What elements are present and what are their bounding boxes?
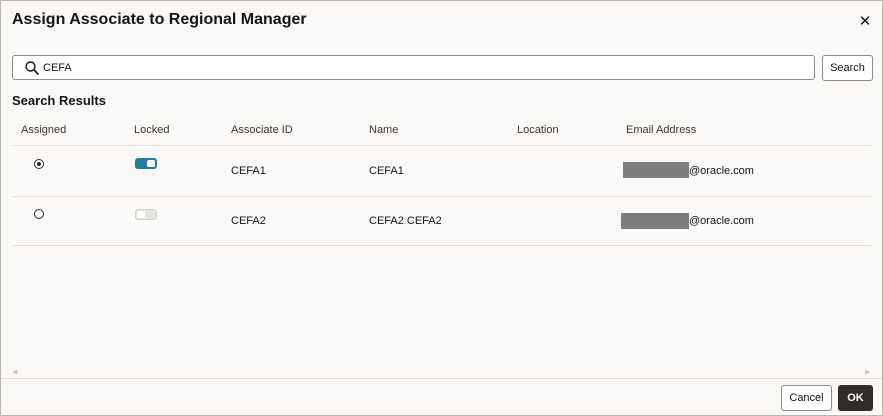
header-divider xyxy=(12,145,872,146)
scroll-left-icon[interactable]: ◀ xyxy=(12,368,17,376)
column-header-assigned[interactable]: Assigned xyxy=(21,124,66,136)
locked-toggle-row-2[interactable] xyxy=(135,209,157,220)
toggle-knob xyxy=(137,211,145,218)
cancel-button[interactable]: Cancel xyxy=(781,385,832,411)
locked-toggle-row-1[interactable] xyxy=(135,158,157,169)
redacted-email-user xyxy=(623,162,689,178)
associate-id-cell: CEFA2 xyxy=(231,215,266,227)
search-button[interactable]: Search xyxy=(822,55,873,81)
row-divider xyxy=(12,196,872,197)
associate-id-cell: CEFA1 xyxy=(231,165,266,177)
email-cell: @oracle.com xyxy=(689,215,754,227)
column-header-name[interactable]: Name xyxy=(369,124,398,136)
assigned-radio-row-1[interactable] xyxy=(34,159,44,169)
column-header-location[interactable]: Location xyxy=(517,124,559,136)
toggle-knob xyxy=(147,160,155,167)
ok-button[interactable]: OK xyxy=(838,385,873,411)
name-cell: CEFA1 xyxy=(369,165,404,177)
column-header-associate-id[interactable]: Associate ID xyxy=(231,124,293,136)
search-icon xyxy=(25,61,39,75)
row-divider xyxy=(12,245,872,246)
name-cell: CEFA2 CEFA2 xyxy=(369,215,442,227)
email-cell: @oracle.com xyxy=(689,165,754,177)
assign-associate-dialog: Assign Associate to Regional Manager ✕ C… xyxy=(0,0,883,416)
decorative-banner xyxy=(1,40,882,46)
dialog-title: Assign Associate to Regional Manager xyxy=(12,11,307,28)
results-heading: Search Results xyxy=(12,93,106,108)
close-icon: ✕ xyxy=(858,13,872,30)
scroll-right-icon[interactable]: ▶ xyxy=(865,368,870,376)
close-button[interactable]: ✕ xyxy=(854,10,876,32)
assigned-radio-row-2[interactable] xyxy=(34,209,44,219)
column-header-locked[interactable]: Locked xyxy=(134,124,169,136)
footer-divider xyxy=(1,378,882,379)
column-header-email[interactable]: Email Address xyxy=(626,124,696,136)
search-field[interactable] xyxy=(12,55,815,80)
search-input[interactable] xyxy=(43,57,803,78)
redacted-email-user xyxy=(621,213,689,229)
dialog-header: Assign Associate to Regional Manager ✕ xyxy=(1,1,882,41)
